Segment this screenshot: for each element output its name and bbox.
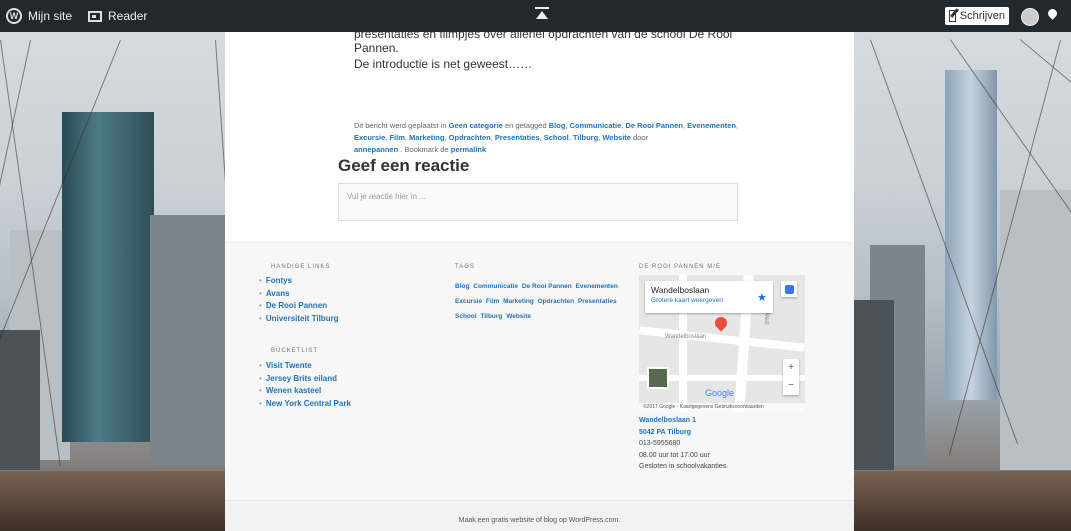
site-credit: Maak een gratis website of blog op WordP… [225, 500, 854, 531]
widget-title-map: DE ROOI PANNEN M/E [639, 264, 721, 270]
reader-label: Reader [108, 9, 148, 23]
tag-link[interactable]: Marketing [503, 298, 534, 305]
collapse-admin-bar-icon[interactable] [535, 6, 549, 22]
tag-link[interactable]: Communicatie [473, 283, 518, 290]
tag-link[interactable]: Evenementen [576, 283, 618, 290]
map-street-label: Wandelboslaan [665, 334, 707, 340]
map-place-name: Wandelboslaan [651, 285, 710, 295]
post-tag-link[interactable]: Opdrachten [449, 133, 491, 142]
bucketlist-link[interactable]: Jersey Brits eiland [259, 373, 351, 386]
tag-link[interactable]: Excursie [455, 298, 482, 305]
tag-link[interactable]: De Rooi Pannen [522, 283, 572, 290]
map-place-card: Wandelboslaan Grotere kaart weergeven ★ [645, 281, 773, 313]
post-tag-link[interactable]: Excursie [354, 133, 385, 142]
closed-note: Gesloten in schoolvakanties. [639, 463, 729, 470]
comment-input[interactable]: Vul je reactie hier in ... [338, 183, 738, 221]
address-block: Wandelboslaan 1 5042 PA Tilburg 013-5955… [639, 415, 728, 473]
map-pin-icon[interactable] [712, 314, 730, 332]
post-tag-link[interactable]: Website [602, 133, 631, 142]
google-logo: Google [705, 388, 735, 398]
post-tag-link[interactable]: Blog [549, 121, 566, 130]
reader-icon [88, 10, 103, 22]
handy-links-list: FontysAvansDe Rooi PannenUniversiteit Ti… [259, 275, 339, 325]
widget-title-handy-links: HANDIGE LINKS [271, 264, 331, 270]
write-label: Schrijven [959, 10, 1005, 22]
handy-link[interactable]: Fontys [259, 275, 339, 288]
widget-title-bucketlist: BUCKETLIST [271, 348, 319, 354]
tag-link[interactable]: Blog [455, 283, 469, 290]
address-line[interactable]: Wandelboslaan 1 [639, 415, 728, 427]
post-tag-link[interactable]: Communicatie [570, 121, 622, 130]
post-tag-link[interactable]: Evenementen [687, 121, 736, 130]
widget-title-tags: TAGS [455, 264, 475, 270]
tag-link[interactable]: Film [486, 298, 499, 305]
satellite-toggle[interactable] [647, 367, 669, 389]
my-site-button[interactable]: W Mijn site [0, 0, 78, 32]
tag-link[interactable]: Tilburg [480, 313, 502, 320]
admin-bar: W Mijn site Reader Schrijven [0, 0, 1071, 32]
star-icon[interactable]: ★ [757, 291, 767, 304]
permalink-link[interactable]: permalink [451, 145, 486, 154]
tag-cloud: Blog Communicatie De Rooi Pannen Eveneme… [455, 279, 630, 324]
category-link[interactable]: Geen categorie [449, 121, 503, 130]
bucketlist-list: Visit TwenteJersey Brits eilandWenen kas… [259, 360, 351, 410]
wordpress-logo-icon: W [6, 8, 22, 24]
reply-title: Geef een reactie [338, 156, 470, 175]
map-copyright: ©2017 Google - Kaartgegevens Gebruiksvoo… [639, 403, 805, 412]
post-tag-link[interactable]: De Rooi Pannen [625, 121, 683, 130]
zoom-out-button[interactable]: − [783, 377, 799, 395]
post-meta: Dit bericht werd geplaatst in Geen categ… [354, 121, 739, 154]
skyscraper-left [62, 112, 154, 442]
bucketlist-link[interactable]: New York Central Park [259, 398, 351, 411]
wordpress-credit-link[interactable]: Maak een gratis website of blog op WordP… [459, 517, 621, 524]
phone: 013-5955680 [639, 440, 681, 447]
tag-link[interactable]: Website [506, 313, 531, 320]
handy-link[interactable]: Avans [259, 288, 339, 301]
bucketlist-link[interactable]: Wenen kasteel [259, 385, 351, 398]
handy-link[interactable]: De Rooi Pannen [259, 300, 339, 313]
larger-map-link[interactable]: Grotere kaart weergeven [651, 297, 767, 304]
skyscraper-right [945, 70, 997, 400]
author-link[interactable]: annepannen [354, 145, 398, 154]
map-street-label: West [762, 311, 769, 325]
my-site-label: Mijn site [28, 9, 73, 23]
footer-widgets: HANDIGE LINKS FontysAvansDe Rooi PannenU… [225, 242, 854, 501]
avatar[interactable] [1021, 8, 1039, 26]
post-tag-link[interactable]: Film [389, 133, 404, 142]
post-tag-link[interactable]: Tilburg [573, 133, 598, 142]
handy-link[interactable]: Universiteit Tilburg [259, 313, 339, 326]
notifications-icon[interactable] [1046, 9, 1058, 21]
street-view-person-icon[interactable] [781, 281, 797, 297]
address-line[interactable]: 5042 PA Tilburg [639, 427, 728, 439]
post-tag-link[interactable]: Marketing [409, 133, 444, 142]
post-tag-link[interactable]: School [544, 133, 569, 142]
content-panel: presentaties en filmpjes over allerlei o… [225, 27, 854, 531]
post-tag-link[interactable]: Presentaties [495, 133, 540, 142]
post-text-line: De introductie is net geweest…… [354, 57, 533, 71]
map-zoom-control[interactable]: + − [783, 359, 799, 395]
map-embed[interactable]: Wandelboslaan West Wandelboslaan Grotere… [639, 275, 805, 412]
tag-link[interactable]: Presentaties [578, 298, 617, 305]
zoom-in-button[interactable]: + [783, 359, 799, 377]
bucketlist-link[interactable]: Visit Twente [259, 360, 351, 373]
tag-link[interactable]: Opdrachten [538, 298, 574, 305]
write-button[interactable]: Schrijven [945, 7, 1009, 25]
tag-link[interactable]: School [455, 313, 477, 320]
reader-button[interactable]: Reader [82, 0, 153, 32]
opening-hours: 08.00 uur tot 17.00 uur [639, 451, 710, 459]
pen-icon [949, 10, 956, 22]
